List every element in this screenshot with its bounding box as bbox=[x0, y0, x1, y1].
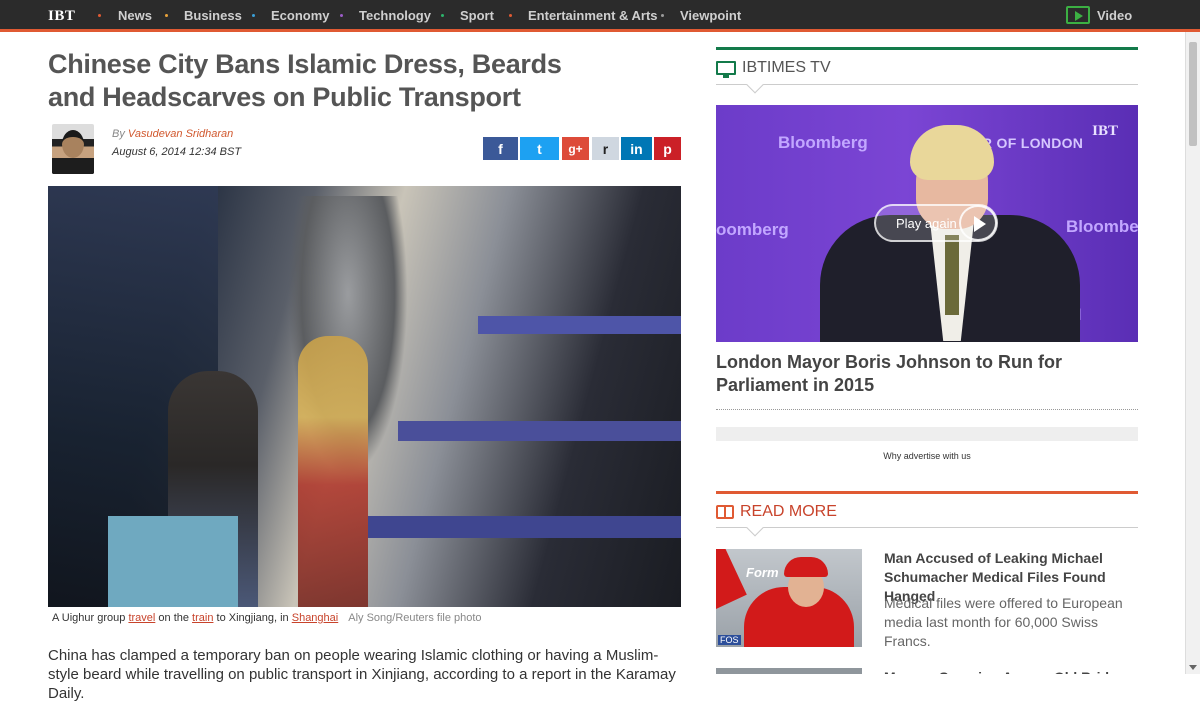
photo-bunk-upper bbox=[478, 316, 681, 334]
photo-bunk-middle bbox=[398, 421, 681, 441]
read-more-rule bbox=[716, 491, 1138, 494]
video-bloomberg-text: oomberg bbox=[716, 220, 789, 239]
scroll-down-arrow-icon[interactable] bbox=[1189, 665, 1197, 670]
caption-text: on the bbox=[155, 612, 193, 624]
read-more-article-summary: Medical files were offered to European m… bbox=[884, 595, 1123, 649]
byline: By Vasudevan Sridharan bbox=[112, 128, 233, 140]
nav-item-news[interactable]: News bbox=[118, 8, 152, 23]
author-shirt bbox=[52, 158, 94, 174]
nav-dot bbox=[441, 14, 444, 17]
share-linkedin-button[interactable]: in bbox=[621, 137, 652, 160]
caption-link-shanghai[interactable]: Shanghai bbox=[292, 612, 339, 624]
play-again-button[interactable]: Play again bbox=[874, 204, 998, 242]
share-google-plus-button[interactable]: g+ bbox=[562, 137, 589, 160]
tv-section-rule bbox=[716, 47, 1138, 50]
speaker-tie bbox=[945, 235, 959, 315]
photo-credit: Aly Song/Reuters file photo bbox=[348, 612, 482, 624]
ibt-logo[interactable]: IBT bbox=[48, 8, 75, 25]
nav-item-viewpoint[interactable]: Viewpoint bbox=[680, 8, 741, 23]
photo-caption: A Uighur group travel on the train to Xi… bbox=[52, 612, 482, 624]
nav-item-sport[interactable]: Sport bbox=[460, 8, 494, 23]
tv-header-notch bbox=[746, 76, 764, 94]
scrollbar-thumb[interactable] bbox=[1189, 42, 1197, 146]
read-more-next-title[interactable]: Mourne Crossing Across Old Bridge Take bbox=[884, 668, 1134, 674]
tv-video-player[interactable]: Bloomberg oomberg Bloombe MAYOR OF LONDO… bbox=[716, 105, 1138, 342]
share-facebook-button[interactable]: f bbox=[483, 137, 518, 160]
thumb-cap bbox=[784, 557, 828, 577]
article-body-paragraph: China has clamped a temporary ban on peo… bbox=[48, 647, 676, 702]
top-navigation-bar: IBT News Business Economy Technology Spo… bbox=[0, 0, 1200, 32]
play-again-label: Play again bbox=[896, 216, 957, 231]
play-icon bbox=[959, 205, 997, 241]
read-more-thumbnail[interactable]: Form FOS bbox=[716, 549, 862, 647]
tv-video-headline[interactable]: London Mayor Boris Johnson to Run for Pa… bbox=[716, 351, 1136, 397]
byline-by: By bbox=[112, 128, 125, 140]
nav-dot bbox=[252, 14, 255, 17]
advertisement-slot[interactable] bbox=[716, 427, 1138, 441]
author-name-link[interactable]: Vasudevan Sridharan bbox=[128, 128, 233, 140]
tv-icon bbox=[716, 61, 736, 78]
share-pinterest-button[interactable]: p bbox=[654, 137, 681, 160]
nav-dot bbox=[661, 14, 664, 17]
caption-text: A Uighur group bbox=[52, 612, 129, 624]
author-face bbox=[62, 130, 84, 158]
thumb-logo-text: FOS bbox=[718, 635, 741, 645]
page-scrollbar[interactable] bbox=[1185, 32, 1200, 674]
read-more-next-thumbnail[interactable] bbox=[716, 668, 862, 674]
speaker-hair bbox=[910, 125, 994, 180]
video-label: Video bbox=[1097, 8, 1133, 23]
video-play-icon bbox=[1066, 6, 1090, 24]
article-main-photo bbox=[48, 186, 681, 607]
article-headline: Chinese City Bans Islamic Dress, Beards … bbox=[48, 49, 562, 112]
nav-dot bbox=[165, 14, 168, 17]
nav-dot bbox=[509, 14, 512, 17]
photo-table bbox=[108, 516, 238, 607]
nav-dot bbox=[98, 14, 101, 17]
publish-date: August 6, 2014 12:34 BST bbox=[112, 146, 242, 158]
thumb-raised-arm bbox=[716, 549, 747, 609]
dotted-divider bbox=[716, 409, 1138, 410]
nav-item-business[interactable]: Business bbox=[184, 8, 242, 23]
nav-item-economy[interactable]: Economy bbox=[271, 8, 330, 23]
photo-bunk-lower bbox=[368, 516, 681, 538]
tv-header-divider bbox=[716, 84, 1138, 85]
caption-link-travel[interactable]: travel bbox=[128, 612, 155, 624]
nav-item-technology[interactable]: Technology bbox=[359, 8, 431, 23]
author-avatar[interactable] bbox=[52, 124, 94, 174]
why-advertise-link[interactable]: Why advertise with us bbox=[716, 451, 1138, 461]
nav-dot bbox=[340, 14, 343, 17]
share-twitter-button[interactable]: t bbox=[520, 137, 559, 160]
tv-section-title: IBTIMES TV bbox=[742, 59, 831, 76]
caption-link-train[interactable]: train bbox=[192, 612, 213, 624]
nav-item-entertainment-arts[interactable]: Entertainment & Arts bbox=[528, 8, 658, 23]
read-more-divider bbox=[716, 527, 1138, 528]
thumb-banner-text: Form bbox=[746, 565, 779, 580]
share-reddit-button[interactable]: r bbox=[592, 137, 619, 160]
book-icon bbox=[716, 505, 734, 519]
read-more-notch bbox=[746, 519, 764, 537]
caption-text: to Xingjiang, in bbox=[213, 612, 292, 624]
photo-woman bbox=[298, 336, 368, 607]
